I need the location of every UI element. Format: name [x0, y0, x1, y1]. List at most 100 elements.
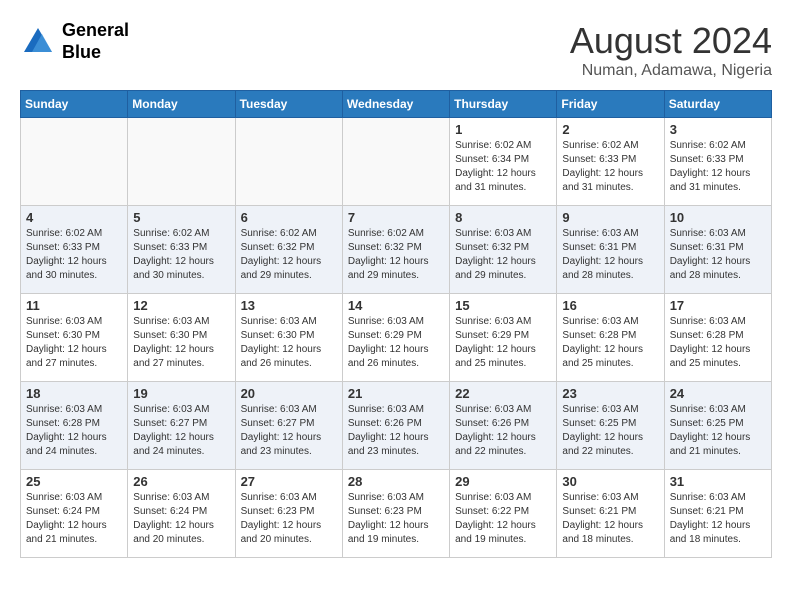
day-number: 5 [133, 210, 229, 225]
day-info: Sunrise: 6:03 AMSunset: 6:26 PMDaylight:… [348, 403, 444, 459]
day-number: 22 [455, 386, 551, 401]
day-info: Sunrise: 6:03 AMSunset: 6:27 PMDaylight:… [133, 403, 229, 459]
day-cell: 23 Sunrise: 6:03 AMSunset: 6:25 PMDayligh… [557, 382, 664, 470]
day-cell: 2 Sunrise: 6:02 AMSunset: 6:33 PMDaylight… [557, 118, 664, 206]
day-number: 19 [133, 386, 229, 401]
day-number: 20 [241, 386, 337, 401]
day-cell: 8 Sunrise: 6:03 AMSunset: 6:32 PMDaylight… [450, 206, 557, 294]
day-info: Sunrise: 6:03 AMSunset: 6:25 PMDaylight:… [562, 403, 658, 459]
day-info: Sunrise: 6:03 AMSunset: 6:30 PMDaylight:… [133, 315, 229, 371]
day-info: Sunrise: 6:03 AMSunset: 6:30 PMDaylight:… [26, 315, 122, 371]
day-cell [235, 118, 342, 206]
day-cell [21, 118, 128, 206]
day-number: 28 [348, 474, 444, 489]
day-cell: 1 Sunrise: 6:02 AMSunset: 6:34 PMDaylight… [450, 118, 557, 206]
location: Numan, Adamawa, Nigeria [570, 62, 772, 80]
day-info: Sunrise: 6:03 AMSunset: 6:21 PMDaylight:… [670, 491, 766, 547]
day-info: Sunrise: 6:03 AMSunset: 6:23 PMDaylight:… [241, 491, 337, 547]
day-number: 8 [455, 210, 551, 225]
week-row-3: 11Sunrise: 6:03 AMSunset: 6:30 PMDayligh… [21, 294, 772, 382]
day-cell: 15 Sunrise: 6:03 AMSunset: 6:29 PMDayligh… [450, 294, 557, 382]
day-cell: 26Sunrise: 6:03 AMSunset: 6:24 PMDayligh… [128, 470, 235, 558]
day-info: Sunrise: 6:03 AMSunset: 6:30 PMDaylight:… [241, 315, 337, 371]
week-row-5: 25Sunrise: 6:03 AMSunset: 6:24 PMDayligh… [21, 470, 772, 558]
day-cell: 18Sunrise: 6:03 AMSunset: 6:28 PMDayligh… [21, 382, 128, 470]
day-number: 2 [562, 122, 658, 137]
day-cell: 4Sunrise: 6:02 AMSunset: 6:33 PMDaylight… [21, 206, 128, 294]
day-cell: 20 Sunrise: 6:03 AMSunset: 6:27 PMDayligh… [235, 382, 342, 470]
day-cell: 28 Sunrise: 6:03 AMSunset: 6:23 PMDayligh… [342, 470, 449, 558]
day-number: 4 [26, 210, 122, 225]
day-cell: 22 Sunrise: 6:03 AMSunset: 6:26 PMDayligh… [450, 382, 557, 470]
logo-text: General Blue [62, 20, 129, 63]
calendar-body: 1 Sunrise: 6:02 AMSunset: 6:34 PMDaylight… [21, 118, 772, 558]
day-number: 13 [241, 298, 337, 313]
day-info: Sunrise: 6:03 AMSunset: 6:27 PMDaylight:… [241, 403, 337, 459]
day-cell: 21Sunrise: 6:03 AMSunset: 6:26 PMDayligh… [342, 382, 449, 470]
day-cell: 14Sunrise: 6:03 AMSunset: 6:29 PMDayligh… [342, 294, 449, 382]
day-cell: 24 Sunrise: 6:03 AMSunset: 6:25 PMDayligh… [664, 382, 771, 470]
day-cell: 27 Sunrise: 6:03 AMSunset: 6:23 PMDayligh… [235, 470, 342, 558]
week-row-1: 1 Sunrise: 6:02 AMSunset: 6:34 PMDaylight… [21, 118, 772, 206]
day-cell: 13 Sunrise: 6:03 AMSunset: 6:30 PMDayligh… [235, 294, 342, 382]
day-info: Sunrise: 6:03 AMSunset: 6:28 PMDaylight:… [670, 315, 766, 371]
day-cell: 19 Sunrise: 6:03 AMSunset: 6:27 PMDayligh… [128, 382, 235, 470]
day-info: Sunrise: 6:03 AMSunset: 6:28 PMDaylight:… [562, 315, 658, 371]
week-row-4: 18Sunrise: 6:03 AMSunset: 6:28 PMDayligh… [21, 382, 772, 470]
day-cell: 9 Sunrise: 6:03 AMSunset: 6:31 PMDaylight… [557, 206, 664, 294]
day-number: 18 [26, 386, 122, 401]
logo-general: General [62, 20, 129, 42]
day-number: 23 [562, 386, 658, 401]
day-info: Sunrise: 6:03 AMSunset: 6:22 PMDaylight:… [455, 491, 551, 547]
day-number: 14 [348, 298, 444, 313]
header-cell-friday: Friday [557, 91, 664, 118]
day-info: Sunrise: 6:03 AMSunset: 6:26 PMDaylight:… [455, 403, 551, 459]
day-info: Sunrise: 6:02 AMSunset: 6:33 PMDaylight:… [133, 227, 229, 283]
day-cell: 12 Sunrise: 6:03 AMSunset: 6:30 PMDayligh… [128, 294, 235, 382]
day-cell: 30Sunrise: 6:03 AMSunset: 6:21 PMDayligh… [557, 470, 664, 558]
day-info: Sunrise: 6:03 AMSunset: 6:32 PMDaylight:… [455, 227, 551, 283]
header-cell-saturday: Saturday [664, 91, 771, 118]
day-number: 29 [455, 474, 551, 489]
day-number: 12 [133, 298, 229, 313]
day-cell [128, 118, 235, 206]
day-cell: 10Sunrise: 6:03 AMSunset: 6:31 PMDayligh… [664, 206, 771, 294]
day-cell: 25Sunrise: 6:03 AMSunset: 6:24 PMDayligh… [21, 470, 128, 558]
day-cell: 17Sunrise: 6:03 AMSunset: 6:28 PMDayligh… [664, 294, 771, 382]
day-number: 27 [241, 474, 337, 489]
day-info: Sunrise: 6:02 AMSunset: 6:33 PMDaylight:… [670, 139, 766, 195]
day-info: Sunrise: 6:03 AMSunset: 6:29 PMDaylight:… [455, 315, 551, 371]
day-cell: 11Sunrise: 6:03 AMSunset: 6:30 PMDayligh… [21, 294, 128, 382]
day-number: 6 [241, 210, 337, 225]
day-number: 1 [455, 122, 551, 137]
day-cell: 6Sunrise: 6:02 AMSunset: 6:32 PMDaylight… [235, 206, 342, 294]
day-number: 10 [670, 210, 766, 225]
title-block: August 2024 Numan, Adamawa, Nigeria [570, 20, 772, 80]
day-number: 31 [670, 474, 766, 489]
calendar-table: SundayMondayTuesdayWednesdayThursdayFrid… [20, 90, 772, 558]
header-cell-monday: Monday [128, 91, 235, 118]
day-cell: 3 Sunrise: 6:02 AMSunset: 6:33 PMDaylight… [664, 118, 771, 206]
day-cell: 31 Sunrise: 6:03 AMSunset: 6:21 PMDayligh… [664, 470, 771, 558]
calendar-header: SundayMondayTuesdayWednesdayThursdayFrid… [21, 91, 772, 118]
day-info: Sunrise: 6:03 AMSunset: 6:23 PMDaylight:… [348, 491, 444, 547]
day-cell: 5 Sunrise: 6:02 AMSunset: 6:33 PMDaylight… [128, 206, 235, 294]
page-header: General Blue August 2024 Numan, Adamawa,… [20, 20, 772, 80]
day-info: Sunrise: 6:02 AMSunset: 6:33 PMDaylight:… [562, 139, 658, 195]
day-number: 15 [455, 298, 551, 313]
header-cell-sunday: Sunday [21, 91, 128, 118]
day-number: 3 [670, 122, 766, 137]
day-info: Sunrise: 6:02 AMSunset: 6:32 PMDaylight:… [348, 227, 444, 283]
day-number: 16 [562, 298, 658, 313]
header-cell-wednesday: Wednesday [342, 91, 449, 118]
day-cell: 7Sunrise: 6:02 AMSunset: 6:32 PMDaylight… [342, 206, 449, 294]
day-info: Sunrise: 6:02 AMSunset: 6:34 PMDaylight:… [455, 139, 551, 195]
month-year: August 2024 [570, 20, 772, 62]
day-number: 24 [670, 386, 766, 401]
day-cell: 29 Sunrise: 6:03 AMSunset: 6:22 PMDayligh… [450, 470, 557, 558]
day-cell [342, 118, 449, 206]
week-row-2: 4 Sunrise: 6:02 AMSunset: 6:33 PMDaylight… [21, 206, 772, 294]
day-info: Sunrise: 6:03 AMSunset: 6:25 PMDaylight:… [670, 403, 766, 459]
day-number: 9 [562, 210, 658, 225]
day-info: Sunrise: 6:03 AMSunset: 6:31 PMDaylight:… [562, 227, 658, 283]
